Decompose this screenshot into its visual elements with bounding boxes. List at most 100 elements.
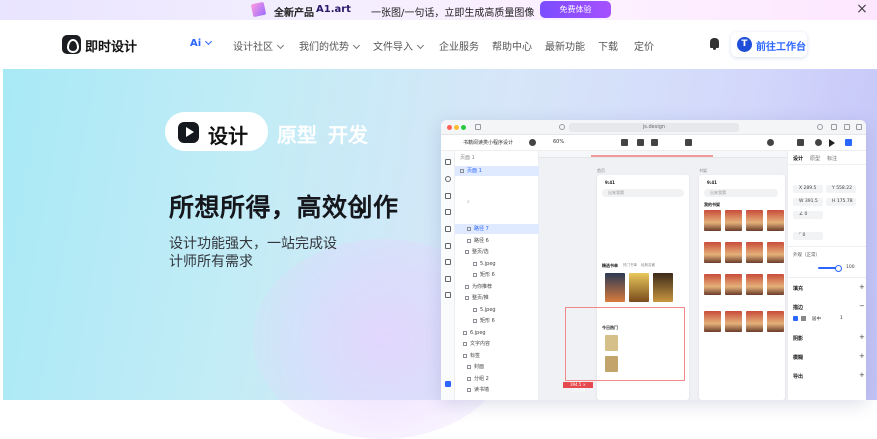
hero-subtitle-line1: 设计功能强大，一站完成设 [169,236,337,252]
play-icon [178,122,199,143]
sidebar-toggle-icon [475,124,481,130]
layers-icon [445,381,451,387]
book-cover [767,242,784,263]
fill-section: 填充 [793,286,804,292]
maximize-dot-icon [461,125,466,130]
user-icon [815,139,822,146]
size-label: 394.5 × 175.78 [563,382,593,393]
search-input: 出来我猜 [602,189,684,197]
layer-blend-label: 外观（正常） [793,253,820,258]
y-field: Y 558.22 [826,185,856,193]
book-cover [725,242,742,263]
nav-item-advantages[interactable]: 我们的优势 [299,38,361,53]
book-cover [704,311,721,332]
hero-tag-prototype: 原型 [277,123,317,147]
layer-item: 5.jpeg [455,259,539,269]
nav-item-ai[interactable]: Ai [190,37,213,49]
avatar [767,139,774,146]
add-icon: + [859,352,865,360]
text-tool-icon [445,243,451,249]
tabs-icon [856,124,862,130]
chevron-down-icon [352,41,361,50]
project-name: 书籍阅读类小程序设计 [463,140,514,146]
book-cover [725,210,742,231]
layer-item: 6.jpeg [455,328,539,338]
tab-prototype: 原型 [810,156,821,162]
layer-item: 路径 6 [455,236,539,246]
hero-headline: 所想所得，高效创作 [169,193,399,222]
editor-mockup: js.design 书籍阅读类小程序设计 60% 页面 1 页面 1 ⌕ 路径 … [441,120,866,400]
url-bar: js.design [569,123,739,132]
shield-icon [559,124,565,130]
rotation-field: ∠ 0 [793,211,823,219]
tool-sidebar [441,151,455,400]
close-icon[interactable]: × [855,1,869,17]
download-icon [817,124,823,130]
layer-item: 文字内容 [455,339,539,349]
promo-product-name[interactable]: A1.art [316,4,351,15]
top-nav: 即时设计 Ai 设计社区 我们的优势 文件导入 企业服务 帮助中心 最新功能 下… [0,20,877,69]
hero-pill-text: 设计 [208,124,248,148]
window-titlebar: js.design [441,120,866,135]
tab-design: 设计 [793,156,804,162]
nav-item-import[interactable]: 文件导入 [373,38,425,53]
share-icon [831,124,837,130]
nav-item-download[interactable]: 下载 [598,38,618,53]
brand-name[interactable]: 即时设计 [85,36,137,55]
hero-subtitle-line2: 计师所有需求 [169,254,253,270]
stroke-section: 描边 [793,305,804,311]
layer-item: 读书墙 [455,385,539,395]
play-icon [829,139,835,147]
bell-icon[interactable] [710,38,719,50]
present-icon [797,139,804,146]
selection-box [565,307,685,381]
boolean-icon [651,139,658,146]
phone-frame-shelf: 书架 9:41 出来我猜 我的书架 [699,168,785,400]
frame-icon [685,139,692,146]
chevron-down-icon [276,41,285,50]
free-trial-button[interactable]: 免费体验 [540,1,611,18]
hero-design-pill: 设计 [165,112,268,151]
section-title: 我的书架 [704,202,720,207]
zoom-level: 60% [553,139,565,145]
go-to-workspace-button[interactable]: T 前往工作台 [731,32,807,57]
frame-label: 首页 [597,168,605,173]
book-cover [746,274,763,295]
editor-toolbar: 书籍阅读类小程序设计 60% [441,135,866,151]
search-icon: ⌕ [467,199,470,205]
grid-tool-icon [445,276,451,282]
book-cover [746,242,763,263]
frame-label: 书架 [699,168,707,173]
promo-banner: 全新产品 A1.art 一张图/一句话，立即生成高质量图像 免费体验 × [0,0,877,20]
nav-item-community[interactable]: 设计社区 [233,38,285,53]
logo-icon[interactable] [62,35,81,54]
layer-item: 封面 [455,362,539,372]
book-cover [725,311,742,332]
fill-tool-icon [445,226,451,232]
nav-item-help[interactable]: 帮助中心 [492,38,532,53]
add-icon: + [859,333,865,341]
add-icon: − [859,302,865,310]
ruler [539,151,787,158]
image-tool-icon [445,259,451,265]
design-canvas: 首页 9:41 出来我猜 精选书单 热门书单 经典名著 今日热门 书架 9:41… [539,151,787,400]
layer-item: 整页/推 [455,293,539,303]
move-tool-icon [445,159,451,165]
blur-section: 模糊 [793,355,804,361]
nav-item-enterprise[interactable]: 企业服务 [439,38,479,53]
tab-annotate: 标注 [827,156,838,162]
close-dot-icon [447,125,452,130]
stroke-width: 1 [840,316,843,321]
nav-item-pricing[interactable]: 定价 [634,38,654,53]
book-cover [746,210,763,231]
book-cover [725,274,742,295]
section-title: 精选书单 [602,263,618,268]
nav-item-whats-new[interactable]: 最新功能 [545,38,585,53]
share-button [845,139,852,146]
component-icon [621,139,628,146]
chevron-down-icon [205,37,213,46]
avatar: T [737,37,752,52]
height-field: H 175.78 [826,198,856,206]
status-time: 9:41 [605,180,615,185]
minimize-dot-icon [454,125,459,130]
